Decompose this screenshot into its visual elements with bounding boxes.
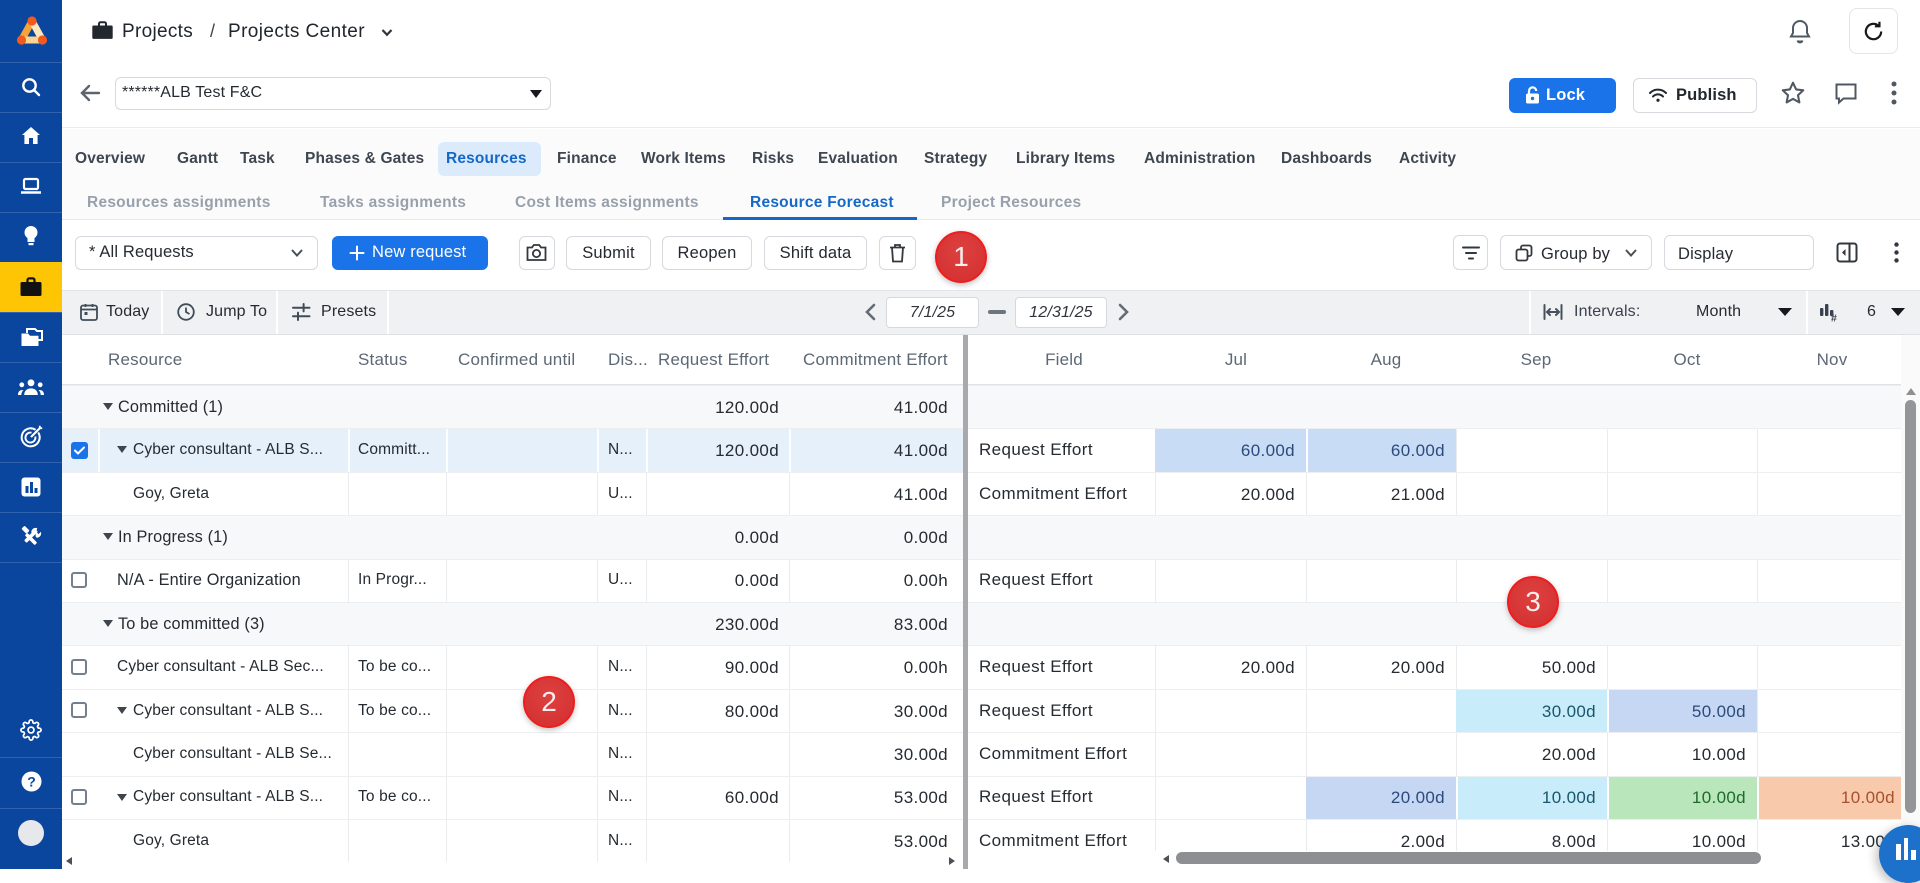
svg-text:#: # bbox=[1831, 313, 1837, 323]
svg-text:?: ? bbox=[27, 774, 36, 790]
